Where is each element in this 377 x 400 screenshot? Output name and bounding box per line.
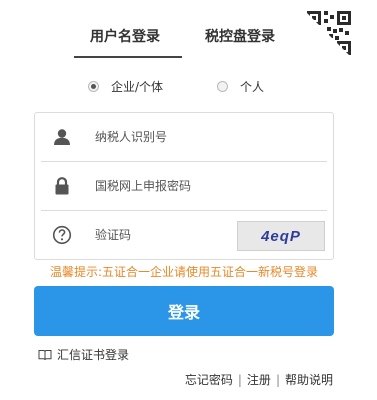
taxpayer-id-row (35, 113, 333, 161)
radio-personal-label: 个人 (240, 80, 265, 94)
tip-text: 温馨提示:五证合一企业请使用五证合一新税号登录 (50, 265, 319, 279)
password-input[interactable] (95, 174, 315, 198)
login-form: 4eqP (34, 112, 334, 260)
active-tab-indicator (74, 56, 182, 58)
book-icon (38, 349, 52, 360)
radio-personal[interactable]: 个人 (217, 78, 264, 95)
tab-username-login[interactable]: 用户名登录 (90, 26, 160, 46)
lock-icon (55, 177, 69, 195)
cert-login-link[interactable]: 汇信证书登录 (38, 346, 129, 363)
captcha-image[interactable]: 4eqP (237, 221, 325, 251)
tab-tax-control-login[interactable]: 税控盘登录 (205, 26, 275, 46)
taxpayer-type-selector: 企业/个体 个人 (0, 78, 377, 100)
password-row (35, 162, 333, 210)
captcha-row: 4eqP (35, 211, 333, 259)
radio-company[interactable]: 企业/个体 (88, 78, 163, 95)
register-link[interactable]: 注册 (247, 371, 271, 388)
footer-links: 忘记密码 | 注册 | 帮助说明 (185, 371, 333, 388)
help-link[interactable]: 帮助说明 (285, 371, 333, 388)
qr-code-icon[interactable] (303, 9, 355, 61)
captcha-input[interactable] (95, 223, 225, 247)
radio-unchecked-icon[interactable] (217, 81, 228, 92)
radio-company-label: 企业/个体 (111, 80, 164, 94)
taxpayer-id-input[interactable] (95, 125, 315, 149)
link-separator: | (275, 372, 280, 387)
link-separator: | (237, 372, 242, 387)
cert-login-label: 汇信证书登录 (57, 348, 130, 362)
user-icon (54, 129, 70, 145)
help-icon (52, 225, 72, 245)
login-button[interactable]: 登录 (34, 286, 334, 336)
radio-checked-icon[interactable] (88, 81, 99, 92)
forgot-password-link[interactable]: 忘记密码 (185, 371, 233, 388)
